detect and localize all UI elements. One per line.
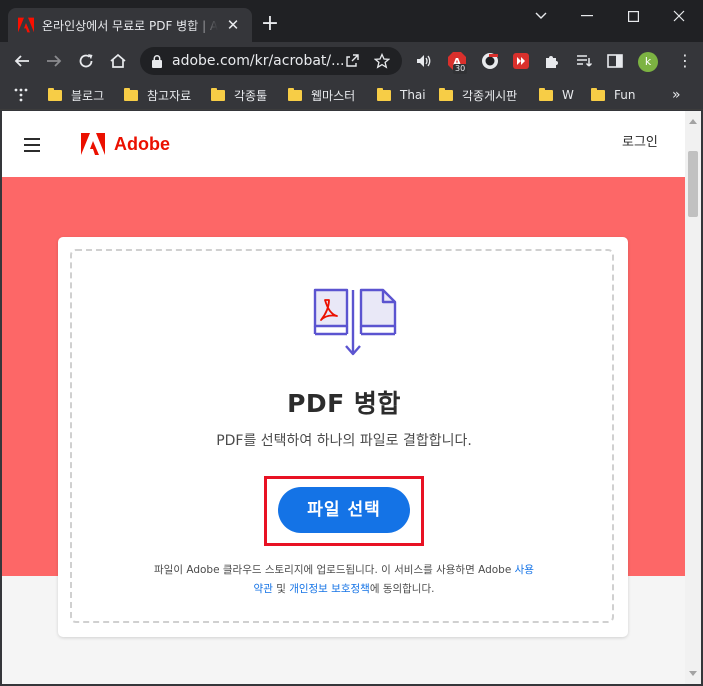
back-button[interactable] <box>8 47 36 75</box>
forward-button[interactable] <box>40 47 68 75</box>
adobe-logo-icon[interactable] <box>81 133 105 155</box>
file-drop-zone[interactable]: PDF 병합 PDF를 선택하여 하나의 파일로 결합합니다. 파일 선택 파일… <box>70 249 614 623</box>
bookmark-folder[interactable]: Fun <box>591 85 635 105</box>
bookmark-label: Fun <box>614 88 636 102</box>
bookmark-label: 참고자료 <box>147 88 192 103</box>
close-window-button[interactable] <box>656 0 702 32</box>
privacy-link[interactable]: 개인정보 보호정책 <box>289 583 370 595</box>
folder-icon <box>124 87 138 101</box>
folder-icon <box>48 87 62 101</box>
scroll-down-arrow-icon[interactable] <box>689 671 697 676</box>
legal-notice: 파일이 Adobe 클라우드 스토리지에 업로드됩니다. 이 서비스를 사용하면… <box>92 561 596 599</box>
bookmark-label: W <box>562 88 574 102</box>
login-link[interactable]: 로그인 <box>622 133 658 153</box>
profile-avatar[interactable]: k <box>638 52 658 72</box>
reload-icon <box>79 54 93 68</box>
legal-conjunction: 및 <box>272 583 290 595</box>
bookmark-label: 웹마스터 <box>311 88 356 103</box>
bookmark-folder[interactable]: 블로그 <box>48 85 104 105</box>
speaker-icon[interactable] <box>415 52 433 70</box>
share-icon[interactable] <box>344 53 360 69</box>
tab-search-icon[interactable] <box>518 0 564 32</box>
adobe-favicon-icon <box>18 17 34 33</box>
window-frame-left <box>0 111 2 686</box>
reading-list-icon[interactable] <box>575 52 593 70</box>
bookmark-folder[interactable]: 각종게시판 <box>439 85 517 105</box>
forward-arrow-icon <box>47 55 62 67</box>
folder-icon <box>591 87 605 101</box>
page-title: PDF 병합 <box>287 389 401 418</box>
folder-icon <box>288 87 302 101</box>
merge-card: PDF 병합 PDF를 선택하여 하나의 파일로 결합합니다. 파일 선택 파일… <box>58 237 628 637</box>
legal-suffix: 에 동의합니다. <box>369 583 435 595</box>
browser-menu-icon[interactable]: ⋮ <box>675 50 695 72</box>
side-panel-icon[interactable] <box>606 52 624 70</box>
hamburger-menu-icon[interactable] <box>24 138 40 152</box>
merge-pdf-illustration-icon <box>313 288 397 356</box>
lock-icon <box>152 54 162 68</box>
folder-icon <box>211 87 225 101</box>
tab-title: 온라인상에서 무료로 PDF 병합 | Adobe Acrobat <box>42 18 218 33</box>
home-button[interactable] <box>104 47 132 75</box>
bookmark-label: 블로그 <box>71 88 105 103</box>
title-bar: 온라인상에서 무료로 PDF 병합 | Adobe Acrobat ✕ + <box>0 0 703 42</box>
folder-icon <box>377 87 391 101</box>
select-file-button[interactable]: 파일 선택 <box>278 487 410 533</box>
extensions-puzzle-icon[interactable] <box>543 52 561 70</box>
browser-toolbar: adobe.com/kr/acrobat/... A 30 k ⋮ <box>0 42 703 80</box>
scroll-up-arrow-icon[interactable] <box>689 119 697 124</box>
bookmark-label: 각종툴 <box>234 88 268 103</box>
legal-text: 파일이 Adobe 클라우드 스토리지에 업로드됩니다. 이 서비스를 사용하면… <box>154 564 515 576</box>
more-bookmarks-button[interactable]: » <box>672 85 681 105</box>
bookmark-folder[interactable]: W <box>539 85 574 105</box>
address-bar[interactable]: adobe.com/kr/acrobat/... <box>140 47 402 75</box>
folder-icon <box>539 87 553 101</box>
terms-link-part2: 약관 <box>253 583 273 595</box>
bookmark-folder[interactable]: Thai <box>377 85 426 105</box>
bookmark-folder[interactable]: 참고자료 <box>124 85 191 105</box>
scrollbar-thumb[interactable] <box>688 151 698 217</box>
page-viewport: Adobe 로그인 PDF 병합 PDF를 선택하여 하나의 파일로 결합합니다… <box>2 111 685 684</box>
bookmark-folder[interactable]: 웹마스터 <box>288 85 355 105</box>
maximize-button[interactable] <box>610 0 656 32</box>
browser-tab-active[interactable]: 온라인상에서 무료로 PDF 병합 | Adobe Acrobat ✕ <box>8 8 252 42</box>
site-header: Adobe 로그인 <box>2 111 685 177</box>
adobe-brand-name[interactable]: Adobe <box>114 133 170 155</box>
bookmark-star-icon[interactable] <box>374 53 390 69</box>
reload-button[interactable] <box>72 47 100 75</box>
close-tab-icon[interactable]: ✕ <box>224 16 242 34</box>
bookmarks-bar: 블로그 참고자료 각종툴 웹마스터 Thai 각종게시판 W Fun » <box>0 80 703 110</box>
bookmark-label: 각종게시판 <box>462 88 518 103</box>
apps-shortcut[interactable] <box>14 85 28 105</box>
page-scrollbar[interactable] <box>685 111 701 684</box>
bookmark-folder[interactable]: 각종툴 <box>211 85 267 105</box>
minimize-button[interactable] <box>564 0 610 32</box>
new-tab-button[interactable]: + <box>258 12 282 36</box>
folder-icon <box>439 87 453 101</box>
terms-link-part1: 사용 <box>514 564 534 576</box>
home-icon <box>110 53 126 68</box>
extension-icon-2[interactable] <box>481 52 499 70</box>
extension-icon-3[interactable] <box>512 52 530 70</box>
page-subtitle: PDF를 선택하여 하나의 파일로 결합합니다. <box>216 433 472 449</box>
bookmark-label: Thai <box>400 88 426 102</box>
back-arrow-icon <box>14 55 29 67</box>
apps-grid-icon <box>14 88 28 102</box>
url-text: adobe.com/kr/acrobat/... <box>172 53 345 69</box>
extension-badge: 30 <box>453 64 468 74</box>
